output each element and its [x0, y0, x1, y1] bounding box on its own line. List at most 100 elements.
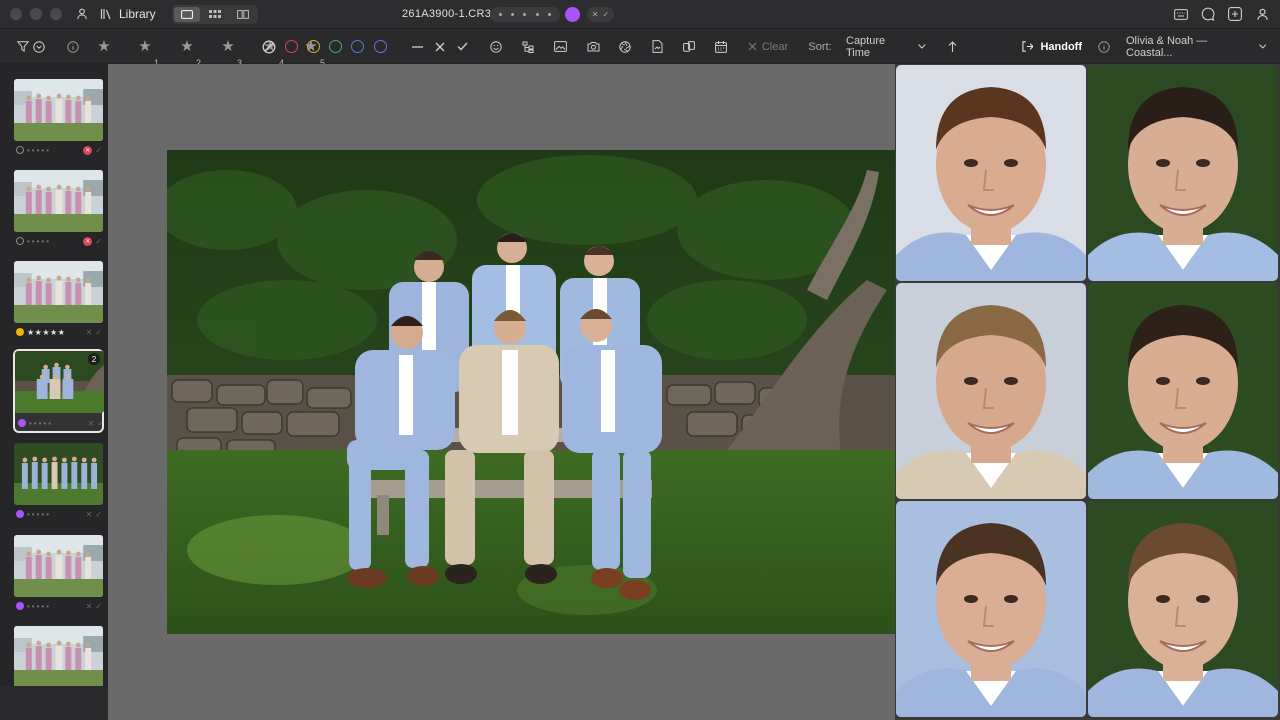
rejected-filter[interactable]	[433, 29, 447, 64]
face-crop[interactable]	[896, 501, 1086, 717]
accept-icon[interactable]: ✓	[95, 328, 102, 337]
reject-icon[interactable]: ✕	[86, 510, 93, 519]
hierarchy-filter[interactable]	[521, 29, 535, 64]
star-icon: ★	[180, 38, 194, 55]
stack-filter[interactable]	[682, 29, 696, 64]
handoff-button[interactable]: Handoff	[1022, 29, 1082, 64]
blue-circle-icon	[350, 40, 364, 53]
color-filter-yellow[interactable]	[306, 29, 320, 64]
face-filter[interactable]	[489, 29, 503, 64]
star-filter-1[interactable]: ★ 1	[137, 29, 159, 68]
green-circle-icon	[328, 40, 342, 53]
face-crop[interactable]	[1088, 501, 1278, 717]
color-label-empty[interactable]	[16, 237, 24, 245]
color-label-purple[interactable]	[16, 510, 24, 518]
clear-filters-button[interactable]: Clear	[747, 29, 789, 64]
face-crop[interactable]	[1088, 283, 1278, 499]
color-label-empty[interactable]	[16, 146, 24, 154]
camera-filter[interactable]	[586, 29, 600, 64]
reject-icon[interactable]: ✕	[86, 328, 93, 337]
filmstrip-thumbnail[interactable]: ★★★★★ ✕ ✓	[13, 260, 104, 344]
chat-icon[interactable]	[1200, 6, 1216, 22]
face-crop[interactable]	[1088, 65, 1278, 281]
star-icon: ★	[97, 38, 111, 55]
face-crop[interactable]	[896, 283, 1086, 499]
rejected-icon[interactable]: ✕	[83, 236, 93, 246]
add-icon[interactable]	[1227, 6, 1243, 22]
compare-view-button[interactable]	[230, 7, 256, 22]
info-icon[interactable]	[66, 29, 80, 64]
filmstrip-sidebar[interactable]: ••••• ✕ ✓ ••••• ✕ ✓ ★★★★★ ✕ ✓ 2 ••••• ✕ ✓	[0, 64, 108, 720]
color-label-purple[interactable]	[16, 602, 24, 610]
rating-dots[interactable]: •••••	[29, 419, 85, 428]
check-icon	[457, 42, 467, 51]
star-filter-3[interactable]: ★ 3	[220, 29, 242, 68]
accept-icon: ✓	[602, 10, 610, 19]
filmstrip-thumbnail[interactable]: 2 ••••• ✕ ✓	[13, 349, 104, 433]
single-view-button[interactable]	[173, 6, 200, 22]
filmstrip-thumbnail[interactable]: •••••✕✓	[13, 534, 104, 618]
reject-icon[interactable]: ✕	[88, 419, 95, 428]
rating-dots-pill[interactable]	[490, 7, 560, 22]
collection-info-icon[interactable]	[1097, 29, 1111, 64]
color-label-purple[interactable]	[18, 419, 26, 427]
filter-toolbar: ★ ★ 1 ★ 2 ★ 3 ★ 4 ★ 5 Clear Sort: Captur…	[0, 29, 1280, 68]
accept-icon[interactable]: ✓	[95, 146, 102, 155]
reject-accept-toggle[interactable]: ✕ ✓	[587, 7, 614, 22]
stack-count-badge[interactable]: 2	[88, 353, 100, 365]
accepted-filter[interactable]	[455, 29, 469, 64]
rating-dots[interactable]: •••••	[27, 510, 83, 519]
filmstrip-thumbnail[interactable]: •••••✕✓	[13, 78, 104, 162]
filmstrip-thumbnail[interactable]: •••••✕✓	[13, 442, 104, 526]
filter-menu-icon[interactable]	[32, 29, 46, 64]
rating-dots[interactable]: •••••	[27, 237, 80, 246]
color-filter-red[interactable]	[284, 29, 298, 64]
image-filter[interactable]	[553, 29, 567, 64]
filmstrip-thumbnail[interactable]: •••••✕✓	[13, 169, 104, 253]
accept-icon[interactable]: ✓	[95, 237, 102, 246]
compare-view-icon	[236, 9, 249, 19]
library-switcher[interactable]: Library	[76, 7, 156, 21]
minimize-window-button[interactable]	[30, 8, 42, 20]
accept-icon[interactable]: ✓	[95, 602, 102, 611]
sort-direction-button[interactable]	[946, 29, 958, 64]
close-window-button[interactable]	[10, 8, 22, 20]
x-icon	[748, 42, 757, 51]
color-filter-green[interactable]	[328, 29, 342, 64]
date-filter[interactable]	[714, 29, 728, 64]
sort-dropdown[interactable]: Capture Time	[846, 29, 926, 64]
main-photo[interactable]	[167, 150, 895, 634]
keyboard-icon[interactable]	[1173, 6, 1189, 22]
account-icon[interactable]	[1254, 6, 1270, 22]
unflagged-filter[interactable]	[410, 29, 424, 64]
color-filter-blue[interactable]	[350, 29, 364, 64]
star-rating[interactable]: ★★★★★	[27, 328, 83, 337]
handoff-icon	[1022, 41, 1034, 52]
person-icon[interactable]	[76, 8, 88, 20]
star-filter-2[interactable]: ★ 2	[179, 29, 201, 68]
color-filter-purple[interactable]	[373, 29, 387, 64]
rejected-icon[interactable]: ✕	[83, 145, 93, 155]
accept-icon[interactable]: ✓	[95, 510, 102, 519]
file-name: 261A3900-1.CR3	[402, 8, 492, 20]
file-type-filter[interactable]	[650, 29, 664, 64]
collection-dropdown[interactable]: Olivia & Noah — Coastal...	[1126, 29, 1266, 64]
reject-icon[interactable]: ✕	[86, 602, 93, 611]
star-filter-any[interactable]: ★	[96, 29, 112, 64]
rating-dots[interactable]: •••••	[27, 602, 83, 611]
hierarchy-icon	[522, 41, 534, 53]
color-label-indicator[interactable]	[565, 7, 580, 22]
lens-filter[interactable]	[618, 29, 632, 64]
star-icon: ★	[138, 38, 152, 55]
thumbnail-meta: ★★★★★ ✕ ✓	[16, 326, 102, 338]
red-circle-icon	[284, 40, 298, 53]
face-crop[interactable]	[896, 65, 1086, 281]
filter-icon[interactable]	[16, 29, 30, 64]
rating-dots[interactable]: •••••	[27, 146, 80, 155]
no-label-filter[interactable]	[261, 29, 277, 64]
sort-label: Sort:	[808, 40, 832, 53]
accept-icon[interactable]: ✓	[97, 419, 104, 428]
color-label-yellow[interactable]	[16, 328, 24, 336]
grid-view-button[interactable]	[202, 7, 228, 22]
zoom-window-button[interactable]	[50, 8, 62, 20]
